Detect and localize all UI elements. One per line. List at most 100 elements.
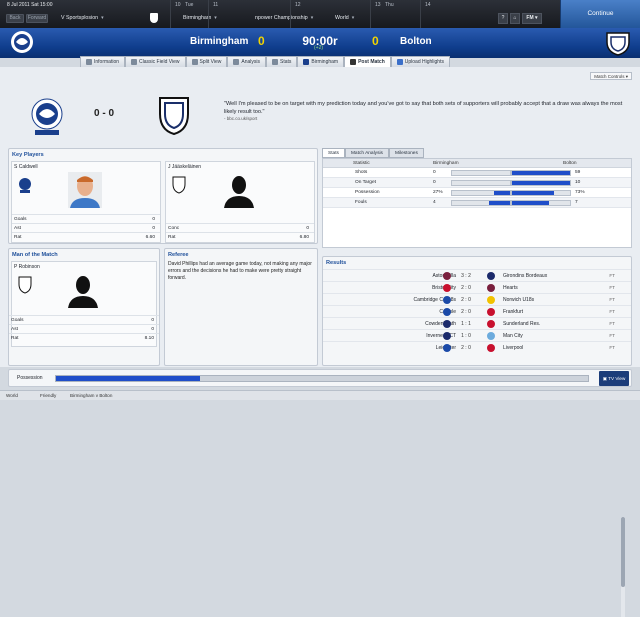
away-crest-large-icon [159,97,189,136]
stat-home-bar [451,190,511,196]
tab-birmingham[interactable]: Birmingham [297,56,345,67]
back-button[interactable]: Back [6,14,24,23]
stat-label: Rat [14,235,22,240]
player-silhouette [68,276,98,308]
stat-away-bar [511,200,571,206]
result-status: FT [609,345,615,350]
stat-row: Possession 27% 73% [323,188,631,198]
result-row[interactable]: Cambridge C U18s 2 : 0 Norwich U18s FT [323,293,631,305]
tab-label: Split View [199,58,222,65]
stat-away-bar [511,170,571,176]
key-player-home-card[interactable]: S Caldwell Goals 0 Ast 0 Rat 6.60 [11,161,161,243]
result-row[interactable]: Cowdenbeath 1 : 1 Sunderland Res. FT [323,317,631,329]
stat-away-fill [512,171,570,175]
stat-row-rating: Rat 8.10 [9,333,159,342]
player-photo [68,172,102,208]
quote-text: "Well I'm pleased to be on target with m… [224,101,623,115]
fm-menu-button[interactable]: FM ▾ [522,13,542,24]
away-crest-icon [606,32,630,56]
match-header: Birmingham 0 90:00r (+2) 0 Bolton [0,28,640,58]
home-crest-large-icon [31,98,63,135]
stat-value: 6.80 [299,235,309,240]
status-match[interactable]: Birmingham v Bolton [70,391,112,400]
stat-home-value: 4 [433,200,436,205]
results-scrollbar[interactable] [621,517,625,617]
calendar-weekday-label: Tue [185,2,194,8]
stat-label: Rat [11,336,19,341]
stat-away-value: 7 [575,200,578,205]
status-world[interactable]: World [6,391,18,400]
calendar-day-14[interactable]: 14 [420,0,480,28]
stat-label: Fouls [355,200,367,205]
tab-stats[interactable]: Stats [266,56,298,67]
stat-label: Ast [11,327,18,332]
away-badge-icon [487,296,495,304]
calendar-day-12[interactable]: 12 [290,0,370,28]
tab-match-analysis[interactable]: Match Analysis [344,148,389,158]
key-players-title: Key Players [12,152,44,158]
club-badge-icon[interactable] [150,13,158,23]
stat-home-value: 0 [433,170,436,175]
possession-bar [55,375,589,382]
result-row[interactable]: Aston Villa 3 : 2 Girondins Bordeaux FT [323,269,631,281]
stat-header: Bolton [563,161,577,166]
calendar-day-11[interactable]: 11 [208,0,290,28]
calendar-day-label: 12 [295,2,301,8]
stat-away-fill [512,201,550,205]
tab-post-match[interactable]: Post Match [344,56,391,67]
player-name: P Robinson [14,264,40,270]
match-controls-label: Match Controls [594,74,625,79]
key-player-away-card[interactable]: J Jääskeläinen Conc 0 Rat 6.80 [165,161,315,243]
tv-view-button[interactable]: ▣ TV View [599,371,629,386]
forward-button[interactable]: Forward [26,14,48,23]
tab-milestones[interactable]: Milestones [388,148,424,158]
scrollbar-thumb[interactable] [621,517,625,587]
away-team-name: Bolton [400,36,432,47]
stat-home-bar [451,170,511,176]
possession-fill [56,376,200,381]
calendar-day-10[interactable]: 10 Tue [170,0,208,28]
stat-away-value: 10 [575,180,581,185]
stat-header: Birmingham [433,161,459,166]
stat-row-rating: Rat 6.60 [12,232,160,241]
match-controls-dropdown[interactable]: Match Controls ▾ [590,72,632,80]
away-badge-icon [487,332,495,340]
stat-value: 8.10 [144,336,154,341]
result-row[interactable]: Carlisle 2 : 0 Frankfurt FT [323,305,631,317]
info-icon [86,59,92,65]
upload-icon [396,59,403,65]
stat-label: Conc [168,226,180,231]
top-bar: 8 Jul 2011 Sat 15:00 Back Forward V Spor… [0,0,640,28]
tv-view-label: TV View [608,376,626,381]
tab-analysis[interactable]: Analysis [227,56,266,67]
stat-row-goals: Goals 0 [9,315,159,324]
tab-information[interactable]: Information [80,56,126,67]
stat-value: 6.60 [145,235,155,240]
stat-label: Rat [168,235,176,240]
tab-upload-highlights[interactable]: Upload Highlights [390,56,450,67]
nav-manager-menu[interactable]: V Sportsplosion ▾ [58,14,104,23]
help-button[interactable]: ? [498,13,508,24]
result-row[interactable]: Bristol City 2 : 0 Hearts FT [323,281,631,293]
fm-menu-label: FM [526,15,534,21]
tab-split-view[interactable]: Split View [185,56,228,67]
result-row[interactable]: Inverness CT 1 : 0 Man City FT [323,329,631,341]
stat-label: Goals [14,217,27,222]
home-badge-icon [443,296,451,304]
home-badge-icon [443,332,451,340]
status-competition[interactable]: Friendly [40,391,56,400]
results-title: Results [326,260,347,266]
result-row[interactable]: Leicester 2 : 0 Liverpool FT [323,341,631,353]
calendar-day-13[interactable]: 13 Thu [370,0,420,28]
tab-stats-sub[interactable]: Stats [322,148,345,158]
player-name: S Caldwell [14,164,38,170]
tab-classic-field-view[interactable]: Classic Field View [125,56,186,67]
tab-label: Birmingham [311,58,339,65]
stat-row: Shots 0 59 [323,168,631,178]
continue-button[interactable]: Continue [560,0,640,28]
stats-rows: Shots 0 59 On Target 0 10 Possession 27% 7… [323,168,631,208]
player-name: J Jääskeläinen [168,164,202,170]
home-crest-icon [11,31,33,53]
home-icon[interactable]: ⌂ [510,13,520,24]
result-away-team[interactable]: Liverpool [503,342,523,354]
